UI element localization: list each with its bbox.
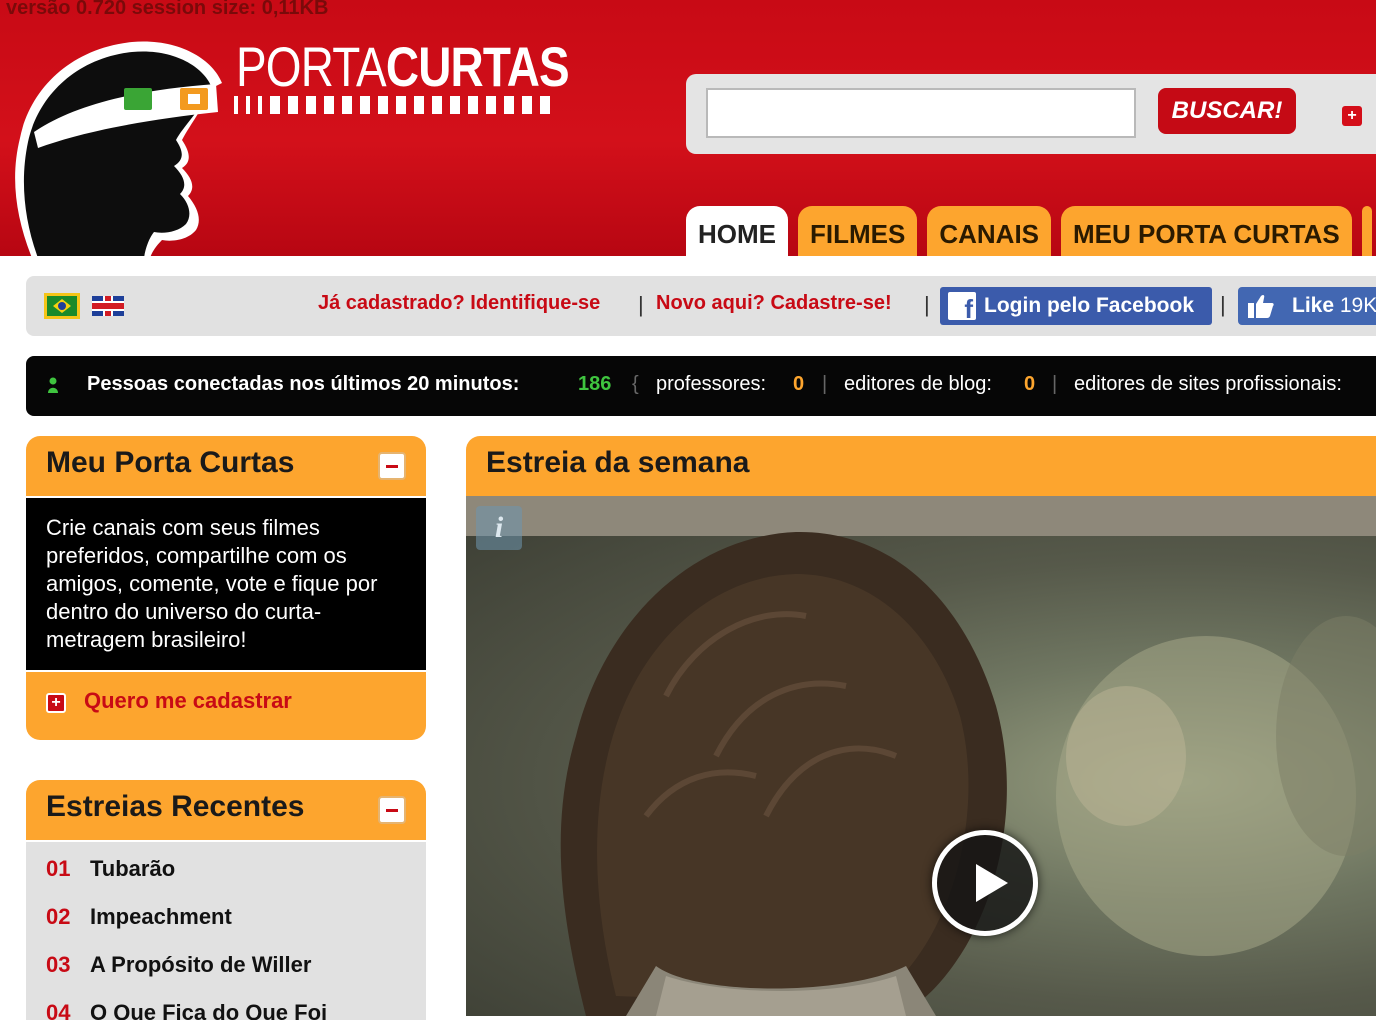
tab-canais[interactable]: CANAIS <box>927 206 1052 256</box>
tab-meu-porta-curtas[interactable]: MEU PORTA CURTAS <box>1061 206 1352 256</box>
panel-header: Meu Porta Curtas <box>26 436 426 496</box>
list-item[interactable]: 02 Impeachment <box>26 904 426 952</box>
login-link[interactable]: Já cadastrado? Identifique-se <box>318 292 600 315</box>
online-users-bar: Pessoas conectadas nos últimos 20 minuto… <box>26 356 1376 416</box>
feature-header: Estreia da semana <box>466 436 1376 496</box>
video-still-image <box>466 496 1376 1016</box>
search-area: BUSCAR! + <box>686 74 1376 154</box>
item-title[interactable]: O Que Fica do Que Foi <box>90 1000 327 1020</box>
like-label: Like <box>1292 294 1335 317</box>
list-item[interactable]: 01 Tubarão <box>26 856 426 904</box>
info-icon[interactable]: i <box>476 506 522 550</box>
plus-icon: + <box>46 693 66 713</box>
logo-mascot-icon[interactable] <box>12 28 232 256</box>
login-bar: Já cadastrado? Identifique-se | Novo aqu… <box>26 276 1376 336</box>
advanced-search-icon[interactable]: + <box>1342 106 1362 126</box>
list-item[interactable]: 04 O Que Fica do Que Foi <box>26 1000 426 1020</box>
recent-list: 01 Tubarão 02 Impeachment 03 A Propósito de… <box>26 840 426 1020</box>
main-nav: HOME FILMES CANAIS MEU PORTA CURTAS <box>686 206 1372 256</box>
pro-sites-label: editores de sites profissionais: <box>1074 373 1342 395</box>
panel-header: Estreias Recentes <box>26 780 426 840</box>
brace: { <box>632 373 639 395</box>
version-info: versão 0.720 session size: 0,11KB <box>6 0 329 19</box>
site-header: versão 0.720 session size: 0,11KB PORTAC… <box>0 0 1376 256</box>
online-label: Pessoas conectadas nos últimos 20 minuto… <box>87 373 520 395</box>
blog-editors-count: 0 <box>1024 373 1036 395</box>
panel-title: Estreias Recentes <box>46 790 305 823</box>
item-number: 03 <box>46 952 71 977</box>
logo-word-curtas: CURTAS <box>385 35 570 98</box>
facebook-icon: f <box>948 292 976 320</box>
register-link[interactable]: Quero me cadastrar <box>84 688 292 714</box>
flag-uk-icon[interactable] <box>92 296 124 316</box>
item-title[interactable]: A Propósito de Willer <box>90 952 311 977</box>
item-number: 01 <box>46 856 71 881</box>
flag-brazil-icon[interactable] <box>44 293 80 319</box>
separator: | <box>924 292 930 317</box>
list-item[interactable]: 03 A Propósito de Willer <box>26 952 426 1000</box>
video-player[interactable]: i <box>466 496 1376 1016</box>
play-icon[interactable] <box>932 830 1038 936</box>
collapse-icon[interactable] <box>378 452 406 480</box>
logo-word-porta: PORTA <box>236 35 387 98</box>
separator: | <box>1220 292 1226 317</box>
feature-title: Estreia da semana <box>486 446 750 479</box>
item-title[interactable]: Impeachment <box>90 904 232 929</box>
like-count: 19K <box>1339 294 1376 317</box>
tab-more[interactable] <box>1361 206 1372 256</box>
item-number: 02 <box>46 904 71 929</box>
separator: | <box>638 292 644 317</box>
facebook-like-button[interactable]: Like 19K <box>1238 287 1376 325</box>
search-button[interactable]: BUSCAR! <box>1158 88 1296 134</box>
logo-film-strip <box>234 96 550 114</box>
person-icon <box>48 377 58 393</box>
meu-porta-curtas-panel: Meu Porta Curtas Crie canais com seus fi… <box>26 436 426 740</box>
logo-wordmark[interactable]: PORTACURTAS <box>236 34 570 99</box>
facebook-login-label: Login pelo Facebook <box>984 294 1195 317</box>
teachers-count: 0 <box>793 373 805 395</box>
thumbs-up-icon <box>1248 294 1274 318</box>
collapse-icon[interactable] <box>378 796 406 824</box>
divider: | <box>1052 373 1058 395</box>
search-input[interactable] <box>706 88 1136 138</box>
teachers-label: professores: <box>656 373 767 395</box>
featured-premiere: Estreia da semana i <box>466 436 1376 1036</box>
register-cta[interactable]: + Quero me cadastrar <box>26 670 426 740</box>
panel-description: Crie canais com seus filmes preferidos, … <box>26 496 426 670</box>
blog-editors-label: editores de blog: <box>844 373 992 395</box>
item-number: 04 <box>46 1000 71 1020</box>
tab-filmes[interactable]: FILMES <box>798 206 918 256</box>
item-title[interactable]: Tubarão <box>90 856 175 881</box>
recent-releases-panel: Estreias Recentes 01 Tubarão 02 Impeachmen… <box>26 780 426 1020</box>
online-count: 186 <box>578 373 612 395</box>
tab-home[interactable]: HOME <box>686 206 788 256</box>
panel-title: Meu Porta Curtas <box>46 446 295 479</box>
facebook-login-button[interactable]: f Login pelo Facebook <box>940 287 1212 325</box>
divider: | <box>822 373 828 395</box>
signup-link[interactable]: Novo aqui? Cadastre-se! <box>656 292 892 315</box>
